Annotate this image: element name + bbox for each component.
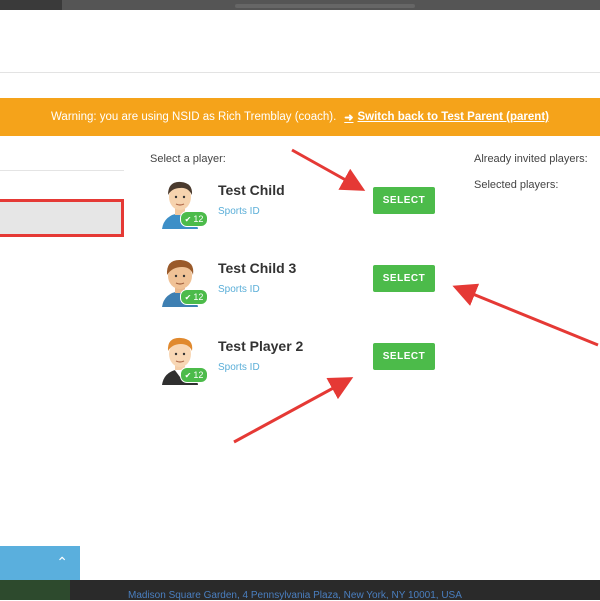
sports-id-link[interactable]: Sports ID [218, 206, 260, 217]
player-row: ✔ 12 Test Child 3 Sports ID SELECT [150, 255, 450, 319]
player-name: Test Child 3 [218, 260, 297, 276]
switch-back-link[interactable]: ➜ Switch back to Test Parent (parent) [344, 111, 549, 124]
sign-in-icon: ➜ [344, 111, 354, 124]
player-row: ✔ 12 Test Child Sports ID SELECT [150, 177, 450, 241]
select-button[interactable]: SELECT [373, 187, 435, 214]
left-panel-divider [0, 170, 124, 171]
check-icon: ✔ [184, 370, 192, 380]
age-value: 12 [193, 370, 204, 380]
player-row: ✔ 12 Test Player 2 Sports ID SELECT [150, 333, 450, 397]
sports-id-link[interactable]: Sports ID [218, 284, 260, 295]
left-panel-highlighted-item[interactable] [0, 199, 124, 237]
venue-address: Madison Square Garden, 4 Pennsylvania Pl… [128, 590, 462, 601]
select-button[interactable]: SELECT [373, 265, 435, 292]
check-icon: ✔ [184, 214, 192, 224]
age-badge: ✔ 12 [180, 367, 208, 383]
chevron-up-icon: ⌃ [56, 554, 68, 570]
age-badge: ✔ 12 [180, 289, 208, 305]
player-name: Test Child [218, 182, 285, 198]
select-button[interactable]: SELECT [373, 343, 435, 370]
blurred-header [235, 4, 415, 8]
top-strip [0, 0, 600, 10]
footer-map-strip [0, 580, 70, 600]
check-icon: ✔ [184, 292, 192, 302]
player-name: Test Player 2 [218, 338, 304, 354]
selected-players-label: Selected players: [474, 179, 559, 191]
select-player-label: Select a player: [150, 153, 226, 165]
sports-id-link[interactable]: Sports ID [218, 362, 260, 373]
age-value: 12 [193, 214, 204, 224]
age-badge: ✔ 12 [180, 211, 208, 227]
annotation-arrow [452, 283, 599, 347]
switch-back-label: Switch back to Test Parent (parent) [357, 111, 549, 123]
modal-header [0, 10, 600, 73]
already-invited-label: Already invited players: [474, 153, 588, 165]
warning-message: Warning: you are using NSID as Rich Trem… [51, 111, 337, 123]
impersonation-warning-bar: Warning: you are using NSID as Rich Trem… [0, 98, 600, 136]
collapse-panel-button[interactable]: ⌃ [0, 546, 80, 580]
age-value: 12 [193, 292, 204, 302]
